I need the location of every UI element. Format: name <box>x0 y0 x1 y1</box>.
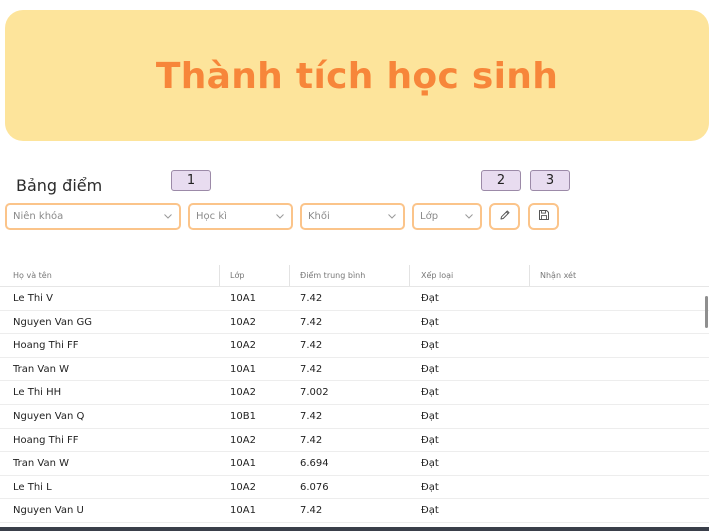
cell-rank: Đạt <box>421 410 439 422</box>
table-row[interactable]: Nguyen Van GG 10A2 7.42 Đạt <box>0 311 709 335</box>
header-comment[interactable]: Nhận xét <box>540 264 576 287</box>
cell-average: 7.42 <box>300 340 323 352</box>
cell-class: 10A1 <box>230 505 256 517</box>
cell-class: 10A1 <box>230 363 256 375</box>
cell-average: 7.42 <box>300 505 323 517</box>
callout-label-2: 2 <box>481 170 521 191</box>
save-button[interactable] <box>528 203 559 230</box>
cell-rank: Đạt <box>421 458 439 470</box>
cell-name: Le Thi L <box>13 481 52 493</box>
table-row[interactable]: Le Thi V 10A1 7.42 Đạt <box>0 287 709 311</box>
scores-table: Họ và tên Lớp Điểm trung bình Xếp loại N… <box>0 264 709 523</box>
table-row[interactable]: Le Thi HH 10A2 7.002 Đạt <box>0 381 709 405</box>
cell-class: 10B1 <box>230 410 256 422</box>
cell-class: 10A2 <box>230 434 256 446</box>
cell-class: 10A2 <box>230 387 256 399</box>
class-select[interactable]: Lớp <box>412 203 482 230</box>
table-header: Họ và tên Lớp Điểm trung bình Xếp loại N… <box>0 264 709 287</box>
cell-average: 7.42 <box>300 293 323 304</box>
cell-name: Nguyen Van U <box>13 505 84 517</box>
page-title: Thành tích học sinh <box>155 56 559 97</box>
cell-name: Tran Van W <box>13 363 69 375</box>
cell-class: 10A1 <box>230 293 256 304</box>
cell-rank: Đạt <box>421 387 439 399</box>
cell-average: 7.42 <box>300 434 323 446</box>
cell-rank: Đạt <box>421 340 439 352</box>
edit-button[interactable] <box>489 203 520 230</box>
header-average[interactable]: Điểm trung bình <box>300 264 365 287</box>
table-scrollbar[interactable] <box>705 296 708 328</box>
cell-average: 7.42 <box>300 316 323 328</box>
chevron-down-icon <box>163 212 173 222</box>
column-divider[interactable] <box>529 265 530 286</box>
school-year-placeholder: Niên khóa <box>13 211 64 222</box>
table-row[interactable]: Hoang Thi FF 10A2 7.42 Đạt <box>0 334 709 358</box>
callout-label-1: 1 <box>171 170 211 191</box>
callout-label-3: 3 <box>530 170 570 191</box>
cell-name: Hoang Thi FF <box>13 340 79 352</box>
table-row[interactable]: Nguyen Van U 10A1 7.42 Đạt <box>0 499 709 523</box>
page-banner: Thành tích học sinh <box>5 10 709 141</box>
cell-name: Nguyen Van GG <box>13 316 92 328</box>
cell-class: 10A1 <box>230 458 256 470</box>
taskbar-edge <box>0 527 709 531</box>
floppy-disk-icon <box>538 208 550 226</box>
cell-average: 6.694 <box>300 458 329 470</box>
cell-name: Le Thi HH <box>13 387 62 399</box>
table-row[interactable]: Hoang Thi FF 10A2 7.42 Đạt <box>0 429 709 453</box>
header-name[interactable]: Họ và tên <box>13 264 52 287</box>
grade-select[interactable]: Khối <box>300 203 405 230</box>
grade-placeholder: Khối <box>308 211 330 222</box>
chevron-down-icon <box>387 212 397 222</box>
table-row[interactable]: Nguyen Van Q 10B1 7.42 Đạt <box>0 405 709 429</box>
table-row[interactable]: Tran Van W 10A1 7.42 Đạt <box>0 358 709 382</box>
header-rank[interactable]: Xếp loại <box>421 264 453 287</box>
term-select[interactable]: Học kì <box>188 203 293 230</box>
cell-name: Nguyen Van Q <box>13 410 85 422</box>
column-divider[interactable] <box>219 265 220 286</box>
table-row[interactable]: Tran Van W 10A1 6.694 Đạt <box>0 452 709 476</box>
pencil-icon <box>499 208 511 226</box>
section-title: Bảng điểm <box>16 176 103 195</box>
chevron-down-icon <box>275 212 285 222</box>
cell-rank: Đạt <box>421 363 439 375</box>
column-divider[interactable] <box>409 265 410 286</box>
term-placeholder: Học kì <box>196 211 227 222</box>
cell-name: Le Thi V <box>13 293 53 304</box>
class-placeholder: Lớp <box>420 211 439 222</box>
cell-name: Hoang Thi FF <box>13 434 79 446</box>
header-class[interactable]: Lớp <box>230 264 244 287</box>
cell-class: 10A2 <box>230 316 256 328</box>
cell-rank: Đạt <box>421 434 439 446</box>
cell-rank: Đạt <box>421 293 439 304</box>
cell-rank: Đạt <box>421 505 439 517</box>
chevron-down-icon <box>464 212 474 222</box>
cell-class: 10A2 <box>230 340 256 352</box>
cell-average: 7.42 <box>300 410 323 422</box>
school-year-select[interactable]: Niên khóa <box>5 203 181 230</box>
cell-average: 7.002 <box>300 387 329 399</box>
cell-average: 7.42 <box>300 363 323 375</box>
cell-rank: Đạt <box>421 481 439 493</box>
cell-class: 10A2 <box>230 481 256 493</box>
table-row[interactable]: Le Thi L 10A2 6.076 Đạt <box>0 476 709 500</box>
cell-average: 6.076 <box>300 481 329 493</box>
cell-rank: Đạt <box>421 316 439 328</box>
column-divider[interactable] <box>289 265 290 286</box>
cell-name: Tran Van W <box>13 458 69 470</box>
